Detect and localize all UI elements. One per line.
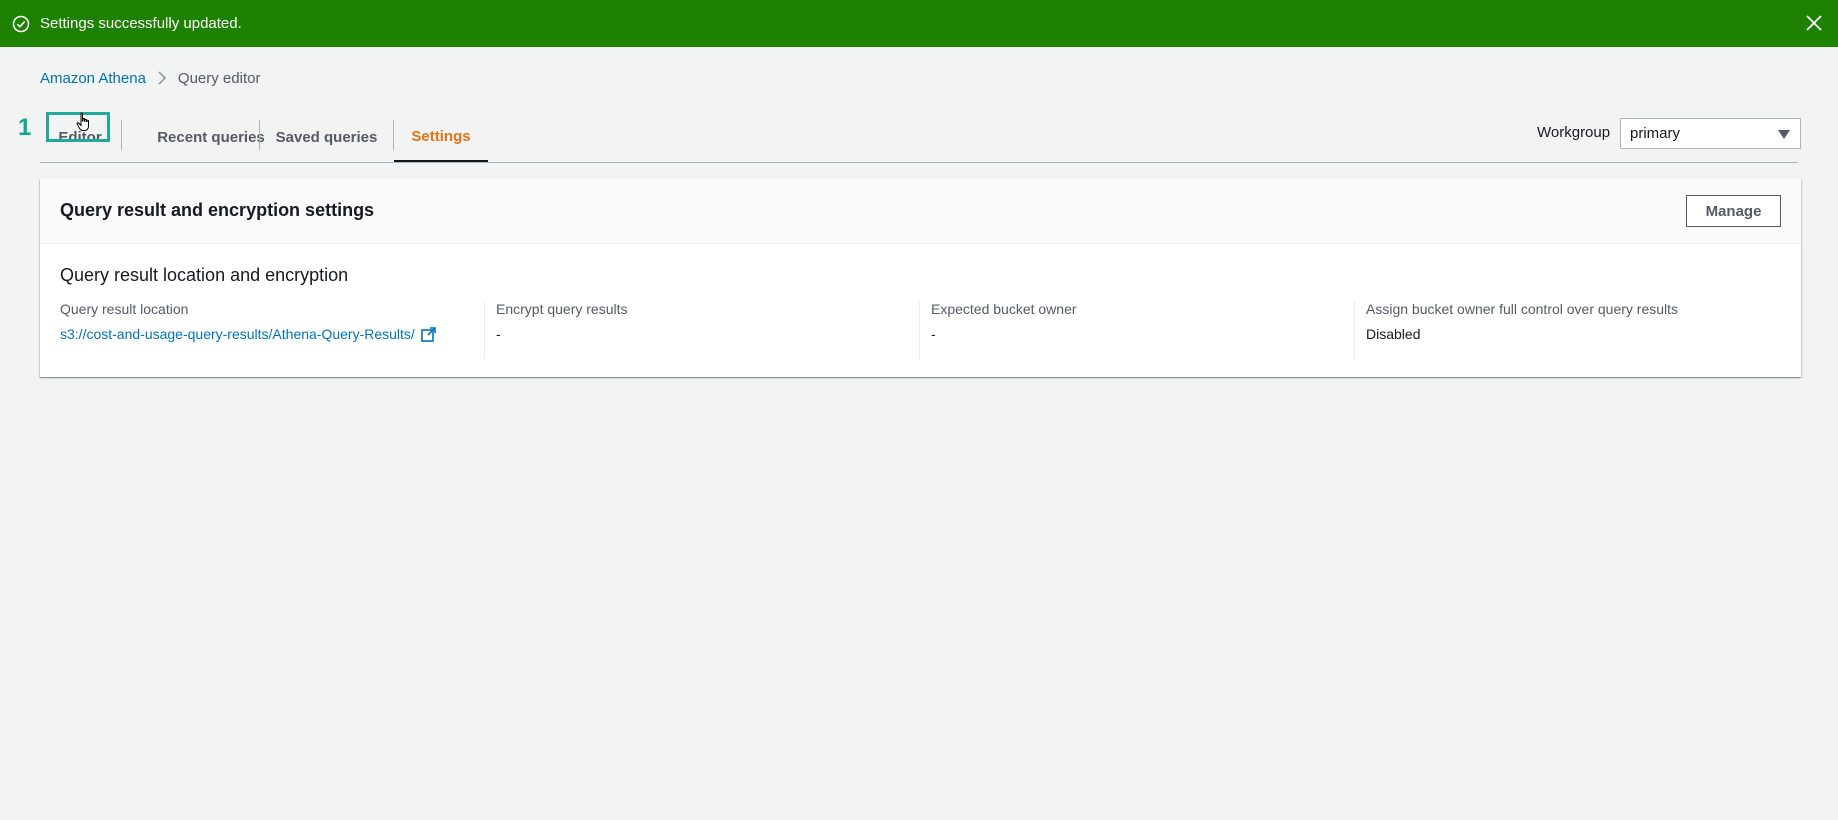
field-label: Expected bucket owner <box>931 301 1077 317</box>
field-expected-bucket-owner: Expected bucket owner - <box>920 301 1354 359</box>
step-number-marker: 1 <box>18 114 32 141</box>
tab-saved-queries[interactable]: Saved queries <box>260 112 393 162</box>
close-icon[interactable] <box>1804 13 1824 33</box>
workgroup-label: Workgroup <box>1537 124 1611 141</box>
field-value: s3://cost-and-usage-query-results/Athena… <box>60 326 484 342</box>
field-query-result-location: Query result location s3://cost-and-usag… <box>40 301 484 359</box>
breadcrumb: Amazon Athena Query editor <box>40 68 260 88</box>
field-value: Disabled <box>1366 326 1421 342</box>
field-encrypt-query-results: Encrypt query results - <box>485 301 919 359</box>
manage-button[interactable]: Manage <box>1686 195 1781 227</box>
breadcrumb-query-editor: Query editor <box>177 69 261 87</box>
check-circle-icon <box>12 15 30 32</box>
breadcrumb-amazon-athena[interactable]: Amazon Athena <box>40 70 146 87</box>
chevron-right-icon <box>158 71 166 85</box>
tab-settings[interactable]: Settings <box>394 112 488 162</box>
field-label: Assign bucket owner full control over qu… <box>1366 301 1679 317</box>
success-flash-banner: Settings successfully updated. <box>0 0 1838 47</box>
hand-pointer-icon <box>76 112 89 131</box>
field-label: Encrypt query results <box>496 301 628 317</box>
query-settings-panel: Query result and encryption settings Man… <box>40 179 1801 377</box>
external-link-icon[interactable] <box>421 326 436 342</box>
s3-location-link[interactable]: s3://cost-and-usage-query-results/Athena… <box>60 326 415 342</box>
field-value: - <box>931 326 936 342</box>
caret-down-icon <box>1778 130 1790 139</box>
field-value: - <box>496 326 501 342</box>
tab-bar: Editor Recent queries Saved queries Sett… <box>40 112 1798 163</box>
field-label: Query result location <box>60 301 189 317</box>
workgroup-value: primary <box>1630 125 1681 142</box>
panel-header: Query result and encryption settings Man… <box>40 179 1801 244</box>
section-subtitle: Query result location and encryption <box>60 265 349 285</box>
field-bucket-owner-full-control: Assign bucket owner full control over qu… <box>1355 301 1795 359</box>
workgroup-select[interactable]: primary <box>1620 118 1801 149</box>
flash-message: Settings successfully updated. <box>40 15 242 32</box>
panel-title: Query result and encryption settings <box>60 200 375 220</box>
